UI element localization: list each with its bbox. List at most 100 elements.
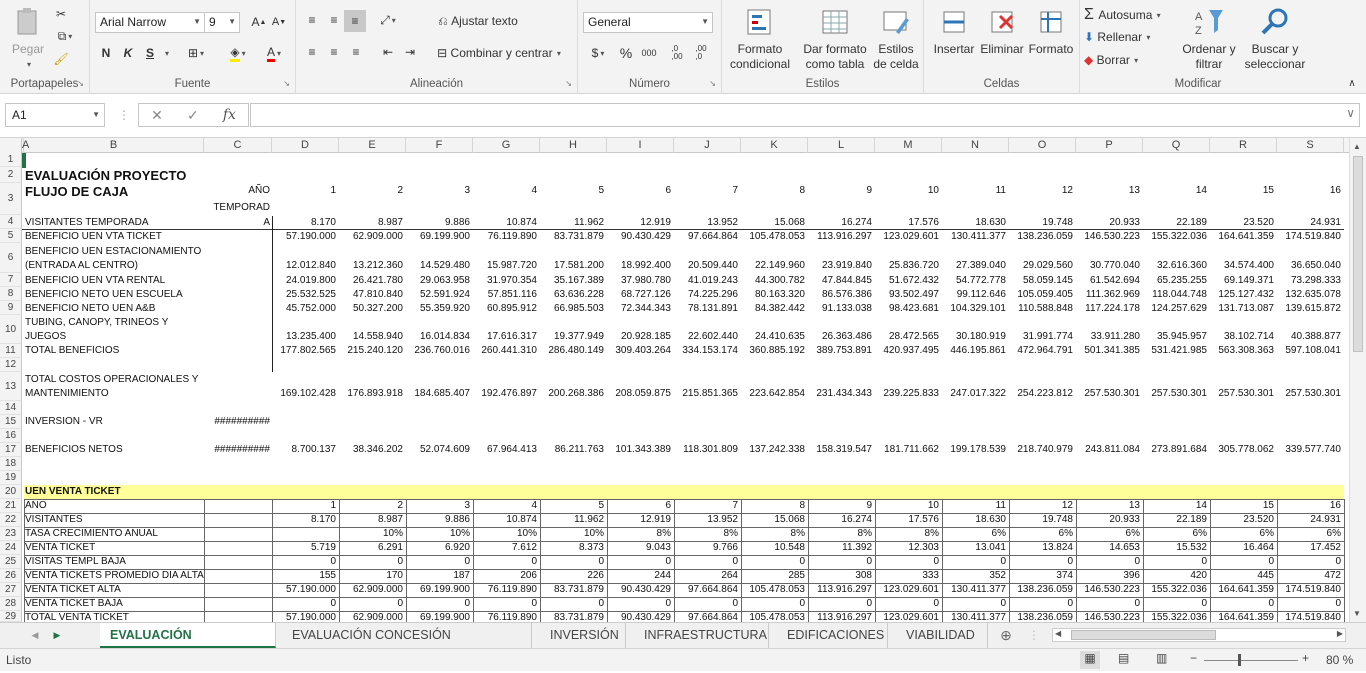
sheet-tab-2[interactable]: EVALUACIÓN CONCESIÓN OPERACIÓN [282,623,532,667]
cell-D-r8[interactable]: 25.532.525 [272,288,336,302]
cell-N-r3[interactable]: 11 [942,184,1006,198]
cell-N-r21[interactable]: 11 [942,499,1006,513]
cell-K-r13[interactable]: 223.642.854 [741,387,805,401]
row-header-11[interactable]: 11 [0,344,22,358]
cell-S-r11[interactable]: 597.108.041 [1277,344,1341,358]
normal-view-icon[interactable]: ▦ [1080,651,1100,669]
cell-S-r9[interactable]: 139.615.872 [1277,302,1341,316]
cell-K-r28[interactable]: 0 [741,597,805,611]
conditional-format-button[interactable]: Formato condicional [724,6,796,72]
cell-O-r6[interactable]: 29.029.560 [1009,259,1073,273]
cell-O-r8[interactable]: 105.059.405 [1009,288,1073,302]
cell-B-r11[interactable]: TOTAL BENEFICIOS [25,344,205,358]
cell-R-r7[interactable]: 69.149.371 [1210,274,1274,288]
zoom-out-icon[interactable]: − [1190,651,1197,665]
cell-J-r27[interactable]: 97.664.864 [674,583,738,597]
cell-M-r13[interactable]: 239.225.833 [875,387,939,401]
cell-Q-r4[interactable]: 22.189 [1143,216,1207,230]
cell-J-r3[interactable]: 7 [674,184,738,198]
cancel-icon[interactable]: ✕ [151,107,163,124]
cell-S-r22[interactable]: 24.931 [1277,513,1341,527]
zoom-slider[interactable] [1204,660,1298,661]
cell-O-r28[interactable]: 0 [1009,597,1073,611]
cell-M-r26[interactable]: 333 [875,569,939,583]
cell-C-r17[interactable]: ########## [206,443,270,457]
cell-S-r6[interactable]: 36.650.040 [1277,259,1341,273]
row-header-26[interactable]: 26 [0,569,22,583]
column-header-K[interactable]: K [741,138,808,153]
column-header-F[interactable]: F [406,138,473,153]
cell-L-r17[interactable]: 158.319.547 [808,443,872,457]
row-header-18[interactable]: 18 [0,457,22,471]
row-header-6[interactable]: 6 [0,243,22,273]
cell-K-r7[interactable]: 44.300.782 [741,274,805,288]
align-right-icon[interactable]: ≡ [346,42,366,62]
cell-B-r10[interactable]: JUEGOS [25,330,205,344]
cell-S-r26[interactable]: 472 [1277,569,1341,583]
cell-H-r28[interactable]: 0 [540,597,604,611]
cell-G-r11[interactable]: 260.441.310 [473,344,537,358]
zoom-level[interactable]: 80 % [1326,653,1353,667]
cell-B-r24[interactable]: VENTA TICKET [25,541,205,555]
tab-scroll-left-icon[interactable]: ◀ [28,627,42,643]
cell-I-r8[interactable]: 68.727.126 [607,288,671,302]
row-header-14[interactable]: 14 [0,401,22,415]
cell-Q-r21[interactable]: 14 [1143,499,1207,513]
cell-E-r7[interactable]: 26.421.780 [339,274,403,288]
cell-K-r21[interactable]: 8 [741,499,805,513]
column-header-R[interactable]: R [1210,138,1277,153]
cell-S-r29[interactable]: 174.519.840 [1277,611,1341,622]
cell-P-r29[interactable]: 146.530.223 [1076,611,1140,622]
cell-M-r7[interactable]: 51.672.432 [875,274,939,288]
cell-B-r6a[interactable]: BENEFICIO UEN ESTACIONAMIENTO [25,245,205,259]
cell-Q-r13[interactable]: 257.530.301 [1143,387,1207,401]
cell-E-r25[interactable]: 0 [339,555,403,569]
cell-K-r9[interactable]: 84.382.442 [741,302,805,316]
cell-N-r13[interactable]: 247.017.322 [942,387,1006,401]
cell-O-r11[interactable]: 472.964.791 [1009,344,1073,358]
cell-D-r26[interactable]: 155 [272,569,336,583]
row-header-1[interactable]: 1 [0,153,22,167]
row-header-3[interactable]: 3 [0,183,22,215]
cell-K-r27[interactable]: 105.478.053 [741,583,805,597]
delete-cells-button[interactable]: Eliminar [978,6,1026,57]
cell-R-r8[interactable]: 125.127.432 [1210,288,1274,302]
cell-D-r28[interactable]: 0 [272,597,336,611]
cell-L-r28[interactable]: 0 [808,597,872,611]
cell-Q-r8[interactable]: 118.044.748 [1143,288,1207,302]
cell-B-r2[interactable]: EVALUACIÓN PROYECTO [25,168,205,184]
cell-S-r5[interactable]: 174.519.840 [1277,230,1341,244]
row-header-20[interactable]: 20 [0,485,22,499]
cell-O-r29[interactable]: 138.236.059 [1009,611,1073,622]
cell-S-r23[interactable]: 6% [1277,527,1341,541]
cell-K-r3[interactable]: 8 [741,184,805,198]
cell-H-r5[interactable]: 83.731.879 [540,230,604,244]
cell-F-r22[interactable]: 9.886 [406,513,470,527]
cell-D-r9[interactable]: 45.752.000 [272,302,336,316]
column-header-P[interactable]: P [1076,138,1143,153]
cell-O-r17[interactable]: 218.740.979 [1009,443,1073,457]
cell-I-r24[interactable]: 9.043 [607,541,671,555]
cell-J-r5[interactable]: 97.664.864 [674,230,738,244]
cell-K-r22[interactable]: 15.068 [741,513,805,527]
cell-S-r8[interactable]: 132.635.078 [1277,288,1341,302]
cell-M-r8[interactable]: 93.502.497 [875,288,939,302]
cell-E-r28[interactable]: 0 [339,597,403,611]
cell-B-r7[interactable]: BENEFICIO UEN VTA RENTAL [25,274,205,288]
cell-O-r27[interactable]: 138.236.059 [1009,583,1073,597]
cell-E-r27[interactable]: 62.909.000 [339,583,403,597]
cell-R-r22[interactable]: 23.520 [1210,513,1274,527]
cell-F-r25[interactable]: 0 [406,555,470,569]
cell-K-r26[interactable]: 285 [741,569,805,583]
row-header-27[interactable]: 27 [0,583,22,597]
row-header-21[interactable]: 21 [0,499,22,513]
cell-R-r11[interactable]: 563.308.363 [1210,344,1274,358]
cell-R-r25[interactable]: 0 [1210,555,1274,569]
cell-N-r6[interactable]: 27.389.040 [942,259,1006,273]
cell-B-r13[interactable]: MANTENIMIENTO [25,387,205,401]
format-painter-icon[interactable]: 🖌 [52,50,70,68]
enter-icon[interactable]: ✓ [187,107,199,124]
page-layout-icon[interactable]: ▤ [1118,651,1129,665]
cell-B-r8[interactable]: BENEFICIO NETO UEN ESCUELA [25,288,205,302]
cell-O-r9[interactable]: 110.588.848 [1009,302,1073,316]
